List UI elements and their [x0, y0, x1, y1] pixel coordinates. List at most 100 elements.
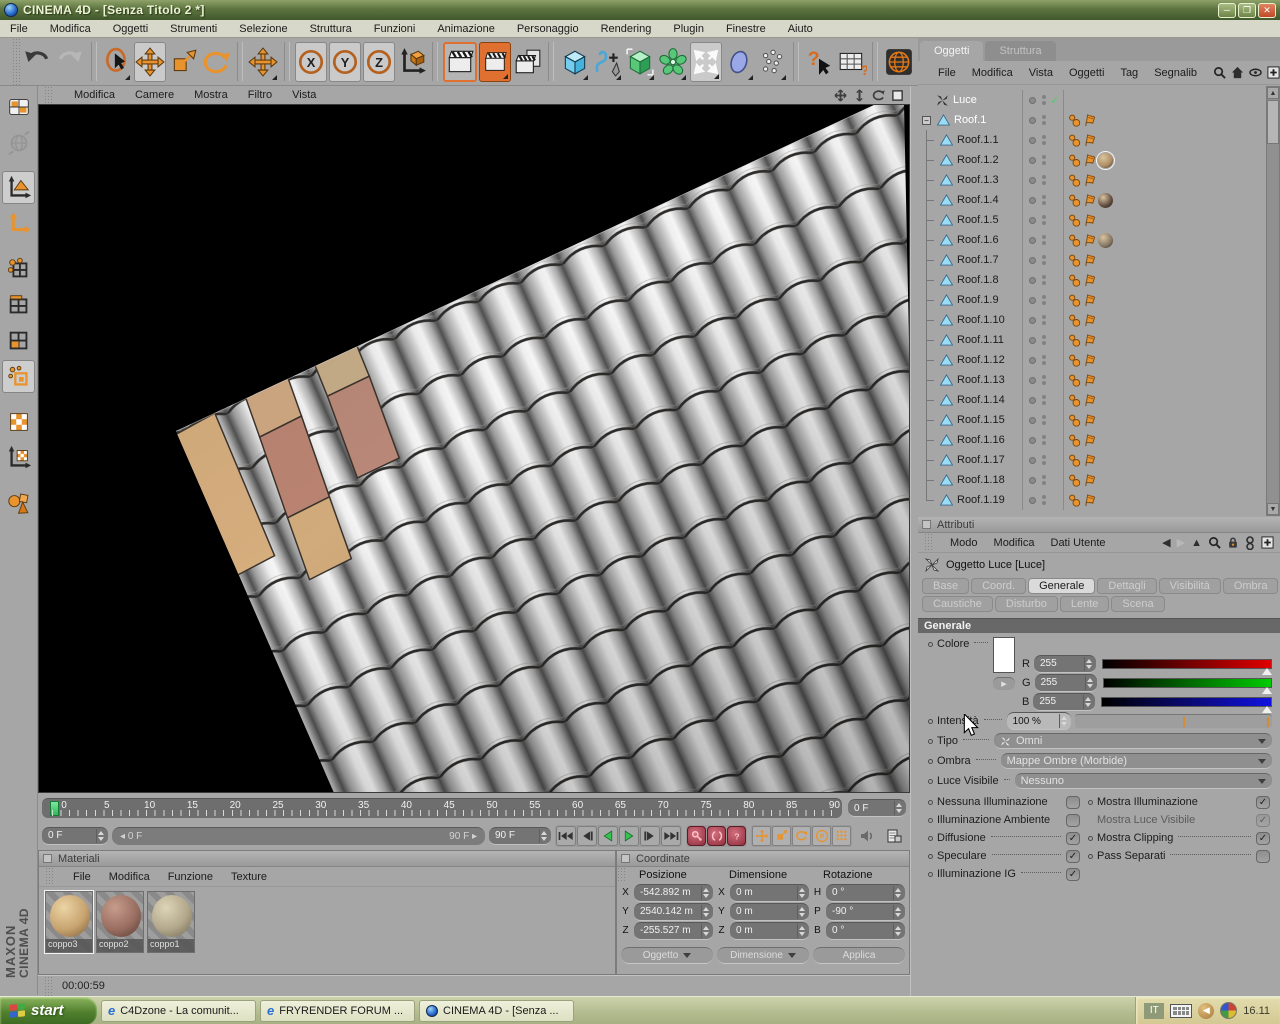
search-icon[interactable]	[1208, 536, 1221, 549]
polygon-mode-button[interactable]	[2, 324, 35, 357]
eye-icon[interactable]	[1249, 66, 1262, 79]
phong-tag-icon[interactable]	[1068, 494, 1081, 507]
attr-menu-modifica[interactable]: Modifica	[994, 537, 1035, 549]
visibility-toggles[interactable]	[1022, 190, 1064, 210]
menu-funzioni[interactable]: Funzioni	[374, 23, 416, 35]
render-active-button[interactable]	[479, 41, 511, 82]
smoothing-tag-icon[interactable]	[1083, 153, 1096, 167]
slider-handle[interactable]	[1262, 667, 1272, 675]
language-indicator[interactable]: IT	[1144, 1002, 1165, 1019]
render-visibility-dots[interactable]	[1042, 235, 1046, 245]
render-visibility-dots[interactable]	[1042, 275, 1046, 285]
move-button[interactable]	[134, 41, 167, 82]
tab-lente[interactable]: Lente	[1059, 596, 1110, 612]
visibility-toggles[interactable]	[1022, 230, 1064, 250]
editor-visibility-dot[interactable]	[1029, 336, 1036, 344]
phong-tag-icon[interactable]	[1068, 194, 1081, 207]
channel-b-field[interactable]: 255	[1033, 692, 1096, 711]
render-visibility-dots[interactable]	[1042, 215, 1046, 225]
tree-row-roof-1-14[interactable]: Roof.1.14	[918, 390, 1266, 410]
editor-visibility-dot[interactable]	[1029, 276, 1036, 284]
channel-g-field[interactable]: 255	[1034, 673, 1097, 692]
materials-menu-modifica[interactable]: Modifica	[109, 871, 150, 883]
taskbar-task[interactable]: e C4Dzone - La comunit...	[101, 999, 256, 1022]
attributes-grip[interactable]	[924, 533, 934, 552]
tree-row-roof-1-16[interactable]: Roof.1.16	[918, 430, 1266, 450]
visibility-toggles[interactable]	[1022, 490, 1064, 510]
menu-file[interactable]: File	[10, 23, 28, 35]
phong-tag-icon[interactable]	[1068, 354, 1081, 367]
tree-row-roof-1-12[interactable]: Roof.1.12	[918, 350, 1266, 370]
om-menu-oggetti[interactable]: Oggetti	[1069, 67, 1104, 79]
viewport-grip[interactable]	[44, 86, 54, 104]
anim-dot[interactable]	[928, 718, 933, 724]
autokey-button[interactable]	[707, 825, 726, 846]
key-rotation-button[interactable]	[792, 825, 811, 846]
editor-visibility-dot[interactable]	[1029, 216, 1036, 224]
viewport-menu-vista[interactable]: Vista	[292, 89, 316, 101]
intensita-field[interactable]: 100 %	[1006, 712, 1071, 730]
play-button[interactable]	[619, 825, 639, 846]
live-selection-button[interactable]	[102, 42, 133, 82]
visibility-toggles[interactable]	[1022, 410, 1064, 430]
dimension-mode-dropdown[interactable]: Dimensione	[717, 947, 809, 964]
rotate-button[interactable]	[201, 42, 232, 82]
render-view-button[interactable]	[443, 41, 478, 82]
phong-tag-icon[interactable]	[1068, 434, 1081, 447]
render-visibility-dots[interactable]	[1042, 175, 1046, 185]
smoothing-tag-icon[interactable]	[1083, 113, 1096, 127]
editor-visibility-dot[interactable]	[1029, 436, 1036, 444]
phong-tag-icon[interactable]	[1068, 394, 1081, 407]
materials-grip[interactable]	[45, 867, 55, 886]
phong-tag-icon[interactable]	[1068, 254, 1081, 267]
anim-dot[interactable]	[928, 871, 933, 877]
checkbox[interactable]: ✓	[1066, 831, 1080, 845]
attr-menu-modo[interactable]: Modo	[950, 537, 978, 549]
materials-menu-file[interactable]: File	[73, 871, 91, 883]
render-visibility-dots[interactable]	[1042, 455, 1046, 465]
color-more-button[interactable]: ▶	[993, 677, 1015, 690]
attr-menu-dati-utente[interactable]: Dati Utente	[1051, 537, 1106, 549]
minimize-button[interactable]: ─	[1218, 2, 1236, 18]
enabled-check-icon[interactable]: ✓	[1050, 94, 1059, 107]
smoothing-tag-icon[interactable]	[1083, 453, 1096, 467]
toolbar-grip[interactable]	[12, 38, 21, 85]
display-settings-icon[interactable]	[1220, 1002, 1238, 1019]
anim-dot[interactable]	[928, 758, 933, 764]
spinner[interactable]	[797, 923, 806, 938]
spinner[interactable]	[797, 885, 806, 900]
visibility-toggles[interactable]	[1022, 290, 1064, 310]
menu-finestre[interactable]: Finestre	[726, 23, 766, 35]
position-y-field[interactable]: 2540.142 m	[634, 902, 713, 921]
tab-dettagli[interactable]: Dettagli	[1097, 578, 1157, 594]
smoothing-tag-icon[interactable]	[1083, 333, 1096, 347]
tab-generale[interactable]: Generale	[1028, 578, 1096, 594]
luce-visibile-dropdown[interactable]: Nessuno	[1014, 773, 1272, 789]
dimension-z-field[interactable]: 0 m	[730, 921, 809, 940]
attributes-title-bar[interactable]: Attributi	[918, 517, 1280, 533]
axis-move-button[interactable]	[248, 42, 279, 82]
anim-dot[interactable]	[928, 817, 933, 823]
editor-visibility-dot[interactable]	[1029, 376, 1036, 384]
timeline-ruler[interactable]: 0 5 10 15 20 25 30 35 40 45 50 55 60 65 70 75 80 85 90	[42, 798, 842, 818]
editor-visibility-dot[interactable]	[1029, 316, 1036, 324]
spinner[interactable]	[1083, 656, 1093, 671]
scroll-thumb[interactable]	[1267, 100, 1279, 144]
add-particles-button[interactable]	[757, 42, 788, 82]
visibility-toggles[interactable]: ✓	[1022, 90, 1064, 110]
om-menu-modifica[interactable]: Modifica	[972, 67, 1013, 79]
maximize-icon[interactable]	[891, 89, 904, 102]
sound-toggle[interactable]	[856, 826, 878, 846]
current-frame-field[interactable]: 0 F	[848, 799, 906, 817]
slider-handle[interactable]	[1262, 686, 1272, 694]
anim-dot[interactable]	[928, 799, 933, 805]
anim-dot[interactable]	[928, 738, 933, 744]
phong-tag-icon[interactable]	[1068, 174, 1081, 187]
phong-tag-icon[interactable]	[1068, 214, 1081, 227]
texture-axis-mode-button[interactable]	[2, 441, 35, 474]
editor-visibility-dot[interactable]	[1029, 196, 1036, 204]
editor-visibility-dot[interactable]	[1029, 496, 1036, 504]
render-visibility-dots[interactable]	[1042, 355, 1046, 365]
panel-pin-icon[interactable]	[621, 854, 630, 863]
point-mode-button[interactable]	[2, 252, 35, 285]
